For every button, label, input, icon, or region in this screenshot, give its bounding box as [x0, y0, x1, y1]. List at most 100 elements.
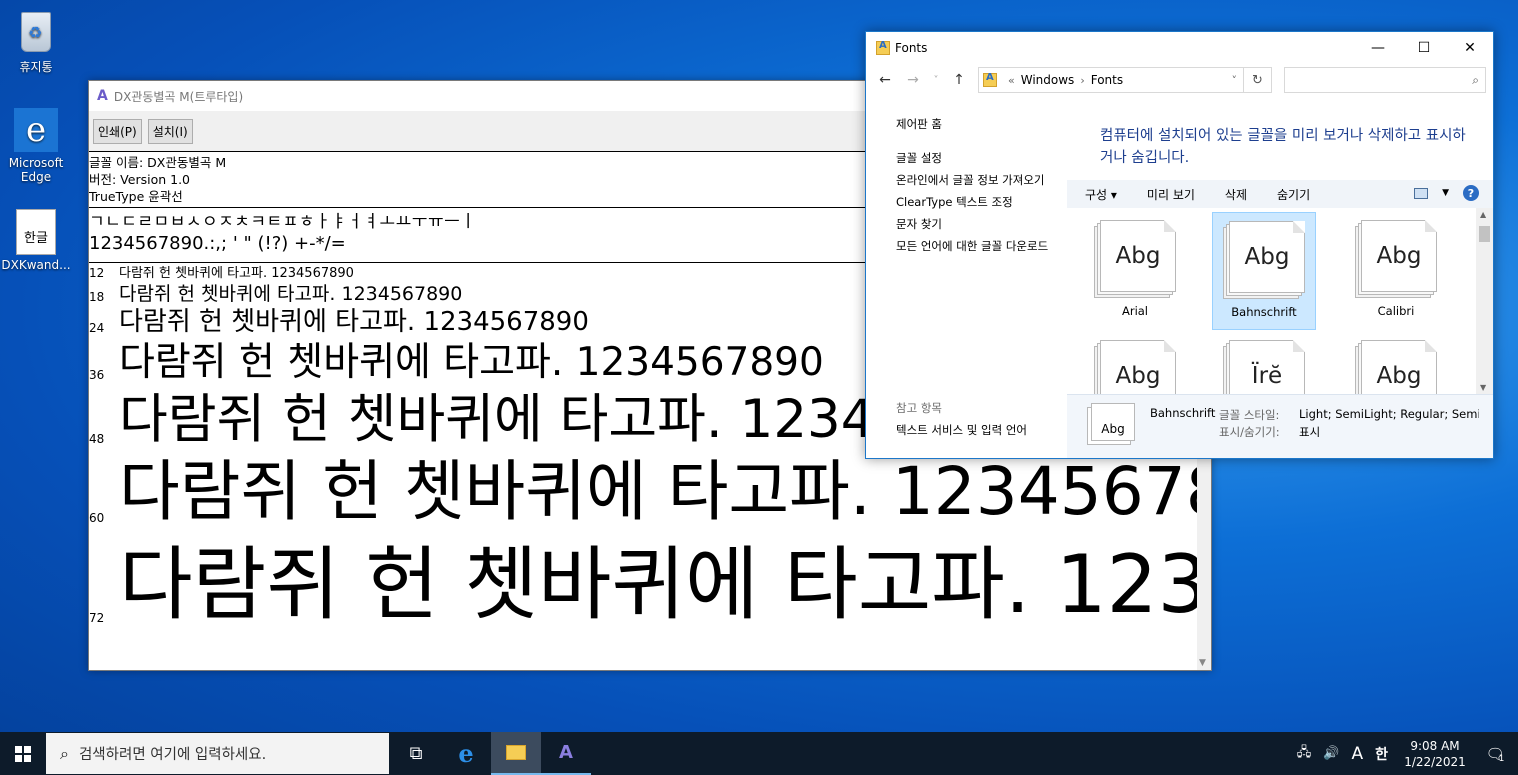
text-services-link[interactable]: 텍스트 서비스 및 입력 언어 [896, 423, 1056, 437]
path-overflow-icon[interactable]: « [1008, 74, 1015, 87]
fonts-folder-icon [876, 40, 890, 55]
sample-text: 다람쥐 헌 쳇바퀴에 타고파. 1234567890 [119, 266, 354, 281]
desktop-icon-recycle-bin[interactable]: 휴지통 [0, 8, 72, 75]
network-icon[interactable]: 🖧 [1297, 743, 1312, 765]
taskbar-edge[interactable]: e [441, 732, 491, 775]
search-icon: ⌕ [1472, 72, 1479, 87]
start-button[interactable] [0, 732, 46, 775]
font-file-icon: Abg [1355, 220, 1437, 298]
recent-dropdown-icon[interactable]: ˅ [932, 75, 940, 86]
minimize-icon[interactable]: — [1355, 32, 1401, 63]
view-options-icon[interactable] [1414, 187, 1429, 199]
ime-mode-a[interactable]: A [1351, 744, 1363, 764]
sample-row-60: 60 다람쥐 헌 쳇바퀴에 타고파. 1234567890 [89, 453, 1212, 530]
scroll-down-arrow-icon[interactable]: ▼ [1199, 658, 1206, 668]
clock-date: 1/22/2021 [1404, 754, 1466, 769]
clock-time: 9:08 AM [1410, 738, 1460, 753]
fonts-folder-icon [983, 72, 997, 87]
online-font-info-link[interactable]: 온라인에서 글꼴 정보 가져오기 [896, 173, 1066, 187]
details-pane: Abg Bahnschrift 글꼴 스타일: Light; SemiLight… [1067, 394, 1493, 458]
font-tile-5[interactable]: Ïrĕ [1212, 332, 1316, 394]
chevron-right-icon: › [1080, 73, 1085, 87]
chevron-down-icon[interactable]: ▼ [1442, 188, 1449, 198]
preview-button[interactable]: 미리 보기 [1147, 186, 1195, 203]
details-style-label: 글꼴 스타일: [1219, 408, 1280, 422]
hide-button[interactable]: 숨기기 [1277, 186, 1310, 203]
organize-button[interactable]: 구성 ▾ [1085, 186, 1117, 203]
sample-row-12: 12 다람쥐 헌 쳇바퀴에 타고파. 1234567890 [89, 266, 354, 280]
font-tile-calibri[interactable]: Abg Calibri [1344, 212, 1448, 330]
task-view-button[interactable]: ⧉ [391, 732, 441, 775]
font-tile-label: Calibri [1377, 304, 1415, 318]
desktop-icon-edge[interactable]: e Microsoft Edge [0, 106, 72, 184]
back-arrow-icon[interactable]: ← [876, 72, 894, 88]
left-pane: 제어판 홈 글꼴 설정 온라인에서 글꼴 정보 가져오기 ClearType 텍… [866, 97, 1066, 458]
fonts-explorer-window: Fonts — ☐ ✕ ← → ˅ ↑ « Windows › Fonts ˅ … [865, 31, 1494, 459]
sample-text: 다람쥐 헌 쳇바퀴에 타고파. 1234567890 [119, 283, 463, 305]
font-viewer-icon: A [97, 88, 108, 104]
desktop-icon-hwp-file[interactable]: 한글 DXKwand... [0, 208, 72, 272]
scroll-up-arrow-icon[interactable]: ▲ [1480, 210, 1486, 219]
font-tile-bahnschrift[interactable]: Abg Bahnschrift [1212, 212, 1316, 330]
maximize-icon[interactable]: ☐ [1401, 32, 1447, 63]
up-arrow-icon[interactable]: ↑ [950, 72, 968, 88]
sample-row-18: 18 다람쥐 헌 쳇바퀴에 타고파. 1234567890 [89, 283, 463, 305]
font-tile-4[interactable]: Abg [1083, 332, 1187, 394]
window-controls: — ☐ ✕ [1355, 32, 1493, 63]
font-viewer-icon: A [559, 742, 573, 763]
font-tile-arial[interactable]: Abg Arial [1083, 212, 1187, 330]
sample-row-24: 24 다람쥐 헌 쳇바퀴에 타고파. 1234567890 [89, 309, 589, 335]
forward-arrow-icon[interactable]: → [904, 72, 922, 88]
font-grid: Abg Arial Abg Bahnschrift Abg Calibri Ab… [1067, 208, 1475, 394]
font-tile-label: Bahnschrift [1231, 305, 1297, 319]
taskbar-font-viewer[interactable]: A [541, 732, 591, 775]
address-row: ← → ˅ ↑ « Windows › Fonts ˅ ↻ ⌕ [866, 63, 1493, 97]
refresh-icon[interactable]: ↻ [1244, 67, 1272, 93]
desktop-icon-label: DXKwand... [1, 258, 71, 272]
breadcrumb-fonts[interactable]: Fonts [1091, 73, 1123, 87]
view-controls: ▼ ? [1414, 185, 1479, 201]
clock[interactable]: 9:08 AM 1/22/2021 [1400, 738, 1470, 770]
search-input[interactable]: ⌕ [1284, 67, 1486, 93]
delete-button[interactable]: 삭제 [1225, 186, 1247, 203]
download-all-fonts-link[interactable]: 모든 언어에 대한 글꼴 다운로드 [896, 239, 1066, 253]
scroll-down-arrow-icon[interactable]: ▼ [1480, 383, 1486, 392]
character-map-link[interactable]: 문자 찾기 [896, 217, 1066, 231]
font-tile-6[interactable]: Abg [1344, 332, 1448, 394]
explorer-title: Fonts [895, 40, 928, 55]
scroll-thumb[interactable] [1479, 226, 1490, 242]
details-show-label: 표시/숨기기: [1219, 425, 1280, 439]
breadcrumb-windows[interactable]: Windows [1021, 73, 1075, 87]
address-bar[interactable]: « Windows › Fonts ˅ [978, 67, 1244, 93]
edge-icon: e [14, 108, 58, 152]
font-file-icon: Abg [1355, 340, 1437, 394]
taskbar-search-box[interactable]: ⌕ 검색하려면 여기에 입력하세요. [46, 733, 389, 774]
taskbar-file-explorer[interactable] [491, 732, 541, 775]
font-file-icon: Abg [1223, 221, 1305, 299]
font-settings-link[interactable]: 글꼴 설정 [896, 151, 1066, 165]
sample-row-36: 36 다람쥐 헌 쳇바퀴에 타고파. 1234567890 [89, 343, 824, 382]
taskbar-search-placeholder: 검색하려면 여기에 입력하세요. [78, 747, 267, 763]
volume-icon[interactable]: 🔊 [1323, 746, 1339, 761]
font-file-icon: Abg [1094, 340, 1176, 394]
control-panel-home-link[interactable]: 제어판 홈 [896, 117, 1066, 131]
explorer-title-bar[interactable]: Fonts — ☐ ✕ [866, 32, 1493, 63]
command-bar: 구성 ▾ 미리 보기 삭제 숨기기 ▼ ? [1067, 180, 1493, 208]
font-grid-scrollbar[interactable]: ▲ ▼ [1476, 208, 1493, 394]
fonts-description: 컴퓨터에 설치되어 있는 글꼴을 미리 보거나 삭제하고 표시하거나 숨깁니다. [1100, 128, 1466, 166]
ime-mode-han[interactable]: 한 [1375, 744, 1388, 764]
file-explorer-icon [506, 745, 526, 760]
details-style-value: Light; SemiLight; Regular; Semi... [1299, 407, 1479, 421]
desktop-icon-label: Microsoft Edge [8, 156, 64, 184]
notifications-button[interactable]: 🗨 1 [1482, 741, 1508, 767]
chevron-down-icon[interactable]: ˅ [1232, 74, 1238, 87]
task-view-icon: ⧉ [409, 743, 423, 764]
system-tray: 🖧 🔊 A 한 9:08 AM 1/22/2021 🗨 1 [1297, 732, 1518, 775]
help-icon[interactable]: ? [1463, 185, 1479, 201]
install-button[interactable]: 설치(I) [147, 118, 193, 144]
search-icon: ⌕ [60, 743, 69, 763]
cleartype-link[interactable]: ClearType 텍스트 조정 [896, 195, 1066, 209]
print-button[interactable]: 인쇄(P) [93, 118, 142, 144]
close-icon[interactable]: ✕ [1447, 32, 1493, 63]
sample-text: 다람쥐 헌 쳇바퀴에 타고파. 1234567890 [119, 453, 1212, 530]
